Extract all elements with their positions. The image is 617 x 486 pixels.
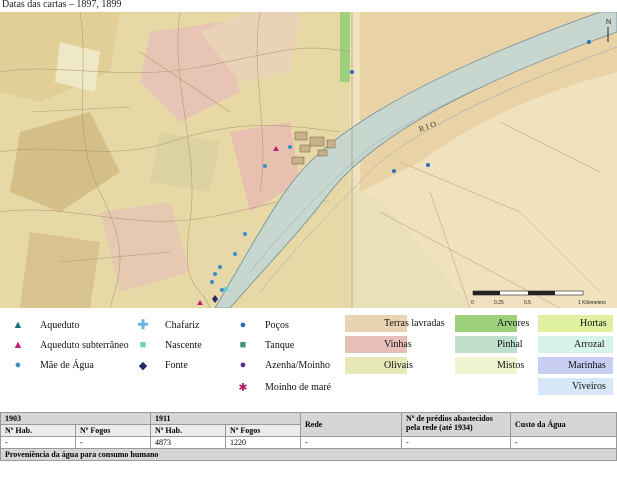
cross-icon: ✚	[137, 317, 149, 332]
header-rede: Rede	[300, 412, 402, 437]
header-custo: Custo da Água	[510, 412, 617, 437]
header-nhab-1911: Nº Hab.	[150, 424, 226, 437]
legend-label: Moinho de maré	[265, 381, 332, 393]
landuse-label: Terras lavradas	[384, 318, 445, 329]
well-marker	[350, 70, 354, 74]
legend-label: Mãe de Água	[40, 359, 94, 371]
header-predios: Nº de prédios abastecidos pela rede (até…	[401, 412, 511, 437]
landuse-label: Hortas	[580, 318, 607, 329]
table-cell: 4873	[150, 436, 226, 449]
scale-tick-1: 0.25	[494, 300, 504, 306]
star-icon: ✱	[238, 381, 248, 394]
well-marker	[426, 163, 430, 167]
scale-tick-0: 0	[471, 300, 474, 306]
legend-item: ■ Tanque	[235, 338, 295, 352]
table-cell: 1220	[225, 436, 301, 449]
legend-item: ▲ Aqueduto subterrâneo	[10, 338, 129, 352]
header-year-1911: 1911	[150, 412, 301, 425]
water-mother-marker	[263, 164, 267, 168]
water-mother-marker	[233, 252, 237, 256]
table-cell: -	[300, 436, 402, 449]
header-nfogos-1911: Nº Fogos	[225, 424, 301, 437]
legend-label: Azenha/Moinho	[265, 359, 330, 371]
table-cell: -	[510, 436, 617, 449]
water-mother-marker	[220, 288, 224, 292]
legend-label: Nascente	[165, 339, 202, 351]
legend-item: ▲ Aqueduto	[10, 318, 80, 332]
square-icon: ■	[239, 339, 247, 351]
legend-label: Poços	[265, 319, 289, 331]
landuse-label: Arvores	[497, 318, 530, 329]
landuse-label: Marinhas	[568, 360, 606, 371]
spring-marker	[224, 287, 228, 291]
landuse-label: Pinhal	[497, 339, 523, 350]
legend-item: ● Azenha/Moinho	[235, 358, 330, 372]
water-mother-marker	[213, 272, 217, 276]
well-marker	[392, 169, 396, 173]
table-cell: -	[0, 436, 76, 449]
legend-label: Chafariz	[165, 319, 200, 331]
legend-item: ● Mãe de Água	[10, 358, 94, 372]
landuse-label: Vinhas	[384, 339, 412, 350]
legend-label: Tanque	[265, 339, 295, 351]
table-cell: -	[75, 436, 151, 449]
legend-item: ◆ Fonte	[135, 358, 188, 372]
landuse-label: Arrozal	[574, 339, 605, 350]
triangle-icon: ▲	[12, 319, 24, 331]
well-marker	[587, 40, 591, 44]
legend-item: ✱ Moinho de maré	[235, 380, 331, 394]
circle-icon: ●	[14, 359, 22, 371]
map-legend: ▲ Aqueduto ▲ Aqueduto subterrâneo ● Mãe …	[0, 310, 617, 410]
circle-icon: ●	[239, 319, 247, 331]
legend-label: Fonte	[165, 359, 188, 371]
table-footer: Proveniência da água para consumo humano	[0, 448, 617, 461]
landuse-label: Mistos	[497, 360, 525, 371]
scale-tick-2: 0.5	[524, 300, 531, 306]
header-nhab-1903: Nº Hab.	[0, 424, 76, 437]
landuse-label: Olivais	[384, 360, 413, 371]
water-mother-marker	[218, 265, 222, 269]
north-arrow-label: N	[606, 19, 611, 26]
water-mother-marker	[210, 280, 214, 284]
triangle-icon: ▲	[12, 339, 24, 351]
water-mother-marker	[288, 145, 292, 149]
landuse-label: Viveiros	[572, 381, 606, 392]
scale-tick-4: 1 Kilometers	[578, 300, 606, 306]
header-year-1903: 1903	[0, 412, 151, 425]
header-nfogos-1903: Nº Fogos	[75, 424, 151, 437]
historic-map[interactable]: R I O N 0 0.25 0.5 1 Kilometers	[0, 12, 617, 308]
legend-label: Aqueduto subterrâneo	[40, 339, 129, 351]
table-row: - - 4873 1220 - - -	[0, 436, 617, 449]
water-mother-marker	[243, 232, 247, 236]
legend-item: ✚ Chafariz	[135, 317, 200, 332]
diamond-icon: ◆	[138, 359, 148, 372]
legend-label: Aqueduto	[40, 319, 80, 331]
circle-icon: ●	[239, 359, 247, 371]
map-caption: Datas das cartas – 1897, 1899	[2, 0, 122, 10]
legend-item: ■ Nascente	[135, 338, 202, 352]
square-icon: ■	[139, 339, 147, 351]
data-table: 1903 1911 Rede Nº de prédios abastecidos…	[0, 412, 617, 461]
legend-item: ● Poços	[235, 318, 289, 332]
table-cell: -	[401, 436, 511, 449]
